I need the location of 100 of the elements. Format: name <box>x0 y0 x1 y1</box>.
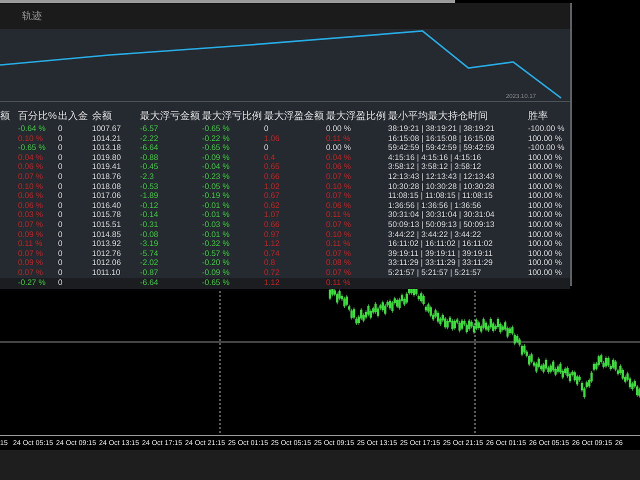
table-cell-text: 1015.78 <box>92 210 122 220</box>
table-cell-text: 0 <box>58 248 64 258</box>
table-cell-text: -0.53 <box>140 182 160 192</box>
table-cell-text: 1018.76 <box>92 172 122 182</box>
table-cell-text: 1012.06 <box>92 258 122 268</box>
table-cell-text: 0.06 % <box>326 200 352 210</box>
table-cell-text: 0 <box>58 200 64 210</box>
table-cell-text: -6.57 <box>140 124 160 134</box>
table-cell-text: 100.00 % <box>528 200 563 210</box>
table-cell-text: -6.64 <box>140 278 160 288</box>
table-cell-text: -2.22 <box>140 134 160 144</box>
table-cell-text: 100.00 % <box>528 134 563 144</box>
table-cell-text: 0.04 % <box>326 152 352 162</box>
table-cell-text: 0 <box>58 172 64 182</box>
table-cell-text: 0.08 % <box>326 258 352 268</box>
table-cell-text: -0.88 <box>140 152 160 162</box>
table-cell-text: -0.01 % <box>202 200 231 210</box>
table-cell-text: 1016.40 <box>92 200 122 210</box>
table-cell-text: 0.74 <box>264 248 281 258</box>
table-cell-text: -0.05 % <box>202 182 231 192</box>
table-cell-text: 1.12 <box>264 278 281 288</box>
column-header: 额 <box>0 111 11 123</box>
table-cell-text: -0.23 % <box>202 172 231 182</box>
table-cell-text: 0.07 % <box>18 268 44 278</box>
column-header: 最小平均最大持仓时间 <box>388 111 489 123</box>
table-cell-text: -5.74 <box>140 248 160 258</box>
table-cell-text: 3:44:22 | 3:44:22 | 3:44:22 <box>388 230 482 240</box>
table-cell-text: 16:11:02 | 16:11:02 | 16:11:02 <box>388 239 494 249</box>
table-cell-text: 1013.92 <box>92 239 122 249</box>
table-cell-text: -0.31 <box>140 220 160 230</box>
table-cell-text: 0.10 % <box>18 182 44 192</box>
table-cell-text: 0 <box>264 124 270 134</box>
column-header: 胜率 <box>528 111 549 123</box>
table-cell-text: 0.97 <box>264 230 281 240</box>
table-cell-text: 0.07 % <box>326 191 352 201</box>
table-cell-text: 1015.51 <box>92 220 122 230</box>
table-cell-text: -2.3 <box>140 172 155 182</box>
table-cell-text: 0.07 % <box>326 268 352 278</box>
column-header: 最大浮盈比例 <box>326 111 387 123</box>
table-cell-text: -2.02 <box>140 258 160 268</box>
table-cell-text: 38:19:21 | 38:19:21 | 38:19:21 <box>388 124 496 134</box>
table-cell-text: -0.65 % <box>202 278 231 288</box>
table-cell-text: 0.66 <box>264 172 281 182</box>
table-cell-text: 11:08:15 | 11:08:15 | 11:08:15 <box>388 191 494 201</box>
table-cell-text: -100.00 % <box>528 143 566 153</box>
table-cell-text: 100.00 % <box>528 172 563 182</box>
table-cell-text: 0.00 % <box>326 143 352 153</box>
table-cell-text: 1017.06 <box>92 191 122 201</box>
table-cell-text: 0.07 % <box>326 172 352 182</box>
table-cell-text: 100.00 % <box>528 230 563 240</box>
table-cell-text: 1.07 <box>264 210 281 220</box>
table-cell-text: 0.07 % <box>326 248 352 258</box>
table-cell-text: 0 <box>264 143 270 153</box>
table-cell-text: 0 <box>58 143 64 153</box>
table-cell-text: -0.27 % <box>18 278 47 288</box>
table-cell-text: 0.07 % <box>18 220 44 230</box>
table-cell-text: 100.00 % <box>528 152 563 162</box>
table-cell-text: 0 <box>58 230 64 240</box>
table-cell-text: 100.00 % <box>528 210 563 220</box>
table-cell-text: -0.04 % <box>202 162 231 172</box>
table-cell-text: 100.00 % <box>528 191 563 201</box>
table-cell-text: 100.00 % <box>528 258 563 268</box>
table-cell-text: -0.20 % <box>202 258 231 268</box>
table-cell-text: -0.03 % <box>202 220 231 230</box>
table-cell-text: 0 <box>58 278 64 288</box>
table-cell-text: 0.72 <box>264 268 281 278</box>
table-cell-text: -0.65 % <box>202 124 231 134</box>
table-cell-text: -0.57 % <box>202 248 231 258</box>
table-cell-text: 0.11 % <box>326 239 352 249</box>
table-cell-text: 0 <box>58 162 64 172</box>
table-cell-text: 0.66 <box>264 220 281 230</box>
table-cell-text: -0.19 % <box>202 191 231 201</box>
table-cell-text: 10:30:28 | 10:30:28 | 10:30:28 <box>388 182 496 192</box>
table-cell-text: -0.01 % <box>202 210 231 220</box>
table-cell-text: 0.8 <box>264 258 276 268</box>
table-cell-text: -0.45 <box>140 162 160 172</box>
table-cell-text: 100.00 % <box>528 220 563 230</box>
table-cell-text: 4:15:16 | 4:15:16 | 4:15:16 <box>388 152 482 162</box>
table-cell-text: 0.06 % <box>326 162 352 172</box>
table-cell-text: 1:36:56 | 1:36:56 | 1:36:56 <box>388 200 482 210</box>
table-cell-text: 0.07 % <box>18 172 44 182</box>
table-cell-text: 0.04 % <box>18 152 44 162</box>
table-cell-text: 1011.10 <box>92 268 122 278</box>
table-cell-text: -0.14 <box>140 210 160 220</box>
table-cell-text: -0.01 % <box>202 230 231 240</box>
table-cell-text: 59:42:59 | 59:42:59 | 59:42:59 <box>388 143 496 153</box>
table-cell-text: -0.32 % <box>202 239 231 249</box>
table-cell-text: 0.09 % <box>18 230 44 240</box>
column-header: 最大浮亏金额 <box>140 111 201 123</box>
table-cell-text: 0.00 % <box>326 124 352 134</box>
table-cell-text: 1012.76 <box>92 248 122 258</box>
table-cell-text: -0.09 % <box>202 152 231 162</box>
table-cell-text: 0.07 % <box>326 220 352 230</box>
table-cell-text: 0.09 % <box>18 258 44 268</box>
table-cell-text: -0.64 % <box>18 124 47 134</box>
table-cell-text: -0.08 <box>140 230 160 240</box>
table-cell-text: 5:21:57 | 5:21:57 | 5:21:57 <box>388 268 482 278</box>
table-cell-text: 0 <box>58 210 64 220</box>
panel-title: 轨迹 <box>22 10 42 23</box>
table-cell-text: 0 <box>58 182 64 192</box>
